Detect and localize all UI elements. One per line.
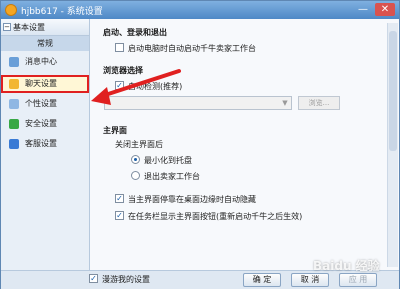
content-scrollbar[interactable]: [387, 23, 398, 267]
sidebar-group-basic[interactable]: − 基本设置: [1, 19, 89, 36]
window-title: hjbb617 - 系统设置: [21, 7, 103, 17]
autostart-checkbox[interactable]: [115, 43, 124, 52]
mail-icon: [9, 57, 19, 67]
sidebar-item-label: 消息中心: [25, 57, 57, 66]
settings-window: hjbb617 - 系统设置 — ✕ − 基本设置 常规 消息中心 聊天设置 个…: [0, 0, 400, 289]
startup-section-title: 启动、登录和退出: [103, 28, 167, 37]
personal-icon: [9, 99, 19, 109]
taskbar-button-label: 在任务栏显示主界面按钮(重新启动千牛之后生效): [128, 212, 303, 221]
shield-icon: [9, 119, 19, 129]
minimize-button[interactable]: —: [355, 3, 371, 16]
chat-icon: [9, 79, 19, 89]
sidebar: − 基本设置 常规 消息中心 聊天设置 个性设置 安全设置 客服设置: [1, 19, 90, 270]
sidebar-item-label: 聊天设置: [25, 79, 57, 88]
sidebar-item-label: 个性设置: [25, 99, 57, 108]
browse-button[interactable]: 浏览...: [298, 96, 340, 110]
close-button[interactable]: ✕: [375, 3, 395, 16]
minimize-to-tray-radio[interactable]: [131, 155, 140, 164]
sidebar-group-label: 基本设置: [13, 23, 45, 32]
annotation-arrow: [91, 69, 181, 105]
close-behavior-label: 关闭主界面后: [115, 140, 163, 149]
autohide-label: 当主界面停靠在桌面边缘时自动隐藏: [128, 195, 256, 204]
cancel-button[interactable]: 取 消: [291, 273, 329, 287]
main-ui-section-title: 主界面: [103, 126, 127, 135]
apply-button[interactable]: 应 用: [339, 273, 377, 287]
exit-app-radio[interactable]: [131, 171, 140, 180]
service-icon: [9, 139, 19, 149]
title-bar: hjbb617 - 系统设置 — ✕: [1, 1, 399, 19]
roam-settings-label: 漫游我的设置: [102, 275, 150, 284]
autostart-label: 启动电脑时自动启动千牛卖家工作台: [128, 44, 256, 53]
chevron-down-icon: ▼: [282, 99, 288, 107]
sidebar-item-label: 客服设置: [25, 139, 57, 148]
autohide-checkbox[interactable]: ✓: [115, 194, 124, 203]
taskbar-button-checkbox[interactable]: ✓: [115, 211, 124, 220]
baidu-watermark: Baidu 经验: [313, 259, 380, 273]
roam-settings-checkbox[interactable]: ✓: [89, 274, 98, 283]
ok-button[interactable]: 确 定: [243, 273, 281, 287]
minimize-to-tray-label: 最小化到托盘: [144, 156, 192, 165]
sidebar-item-service[interactable]: 客服设置: [1, 135, 89, 153]
sidebar-item-general[interactable]: 常规: [1, 36, 89, 51]
sidebar-item-label: 安全设置: [25, 119, 57, 128]
collapse-icon[interactable]: −: [3, 23, 11, 31]
exit-app-label: 退出卖家工作台: [144, 172, 200, 181]
scrollbar-thumb[interactable]: [389, 31, 397, 151]
app-logo-icon: [5, 4, 17, 16]
